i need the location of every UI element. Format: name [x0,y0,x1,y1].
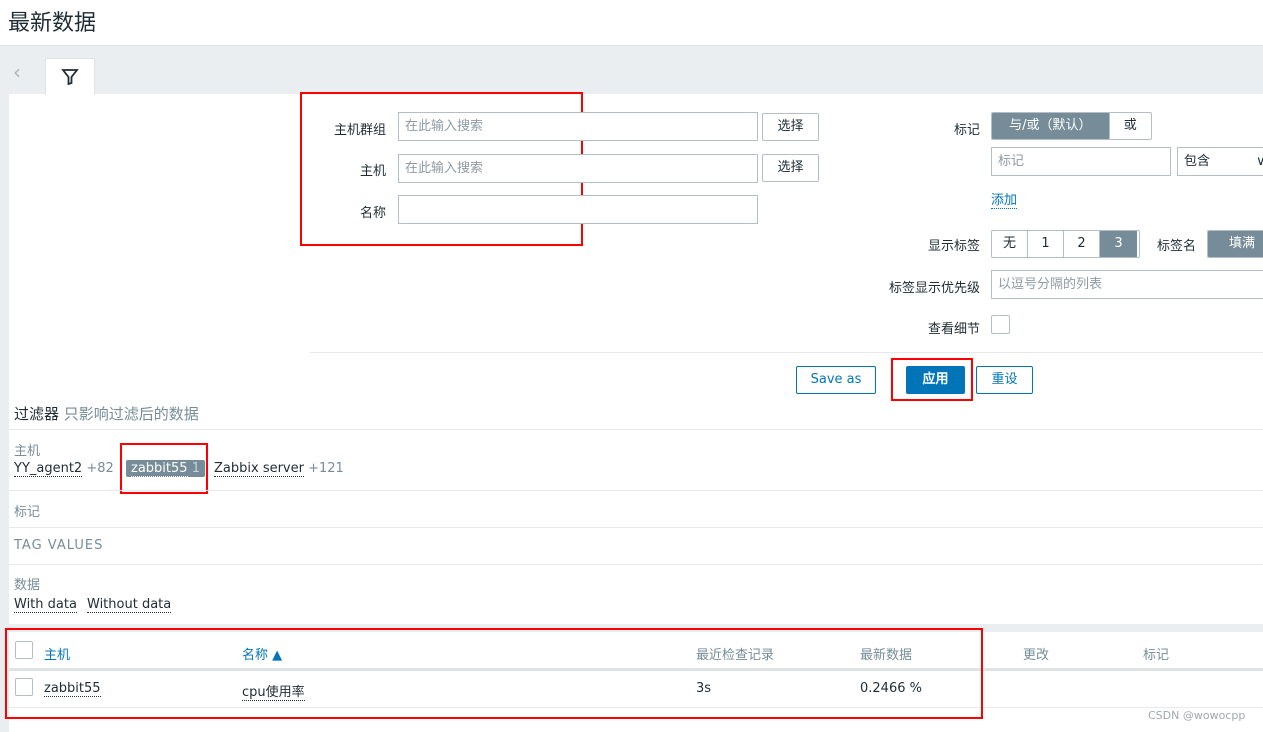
reset-button[interactable]: 重设 [976,366,1033,394]
tag-name-full-option[interactable]: 填满 [1208,231,1263,257]
hosts-input[interactable]: 在此输入搜索 [398,154,758,183]
tag-name-label: 标签名 [1157,239,1197,254]
show-tags-none[interactable]: 无 [992,231,1028,257]
host-groups-input[interactable]: 在此输入搜索 [398,112,758,141]
tags-or-option[interactable]: 或 [1110,113,1151,139]
filter-icon [61,69,79,86]
page-title: 最新数据 [8,11,97,36]
tags-label: 标记 [953,123,980,138]
filter-tab[interactable] [45,58,95,95]
divider [9,490,1263,491]
subfilter-hosts-label: 主机 [14,444,41,459]
show-details-checkbox[interactable] [991,315,1010,334]
name-input[interactable] [398,195,758,224]
tag-priority-label: 标签显示优先级 [888,281,980,296]
save-as-button[interactable]: Save as [796,366,876,394]
chevron-left-icon[interactable]: ‹ [13,60,21,84]
watermark: CSDN @wowocpp [1148,709,1246,722]
divider [9,564,1263,565]
with-data-link[interactable]: With data [14,597,77,613]
divider [310,352,1263,353]
subfilter-subtitle: 只影响过滤后的数据 [63,405,199,423]
without-data-link[interactable]: Without data [87,597,172,613]
filter-tab-bar [0,45,1263,94]
show-tags-2[interactable]: 2 [1064,231,1100,257]
divider [9,527,1263,528]
hosts-select-button[interactable]: 选择 [762,154,819,182]
apply-button[interactable]: 应用 [906,366,965,394]
chevron-down-icon: ∨ [1256,154,1263,169]
tags-andor-option[interactable]: 与/或（默认） [992,113,1110,139]
subfilter-host-item-selected[interactable]: zabbit55 1 [126,460,205,477]
hosts-label: 主机 [359,164,386,179]
column-change: 更改 [1023,648,1050,663]
show-tags-1[interactable]: 1 [1028,231,1064,257]
host-groups-select-button[interactable]: 选择 [762,113,819,141]
subfilter-title: 过滤器 只影响过滤后的数据 [14,403,199,424]
highlight-box [5,628,983,719]
show-tags-3[interactable]: 3 [1100,231,1137,257]
tag-name-input[interactable]: 标记 [991,147,1171,176]
column-tags: 标记 [1143,648,1170,663]
add-tag-link[interactable]: 添加 [991,189,1018,209]
show-details-label: 查看细节 [927,322,980,337]
host-groups-label: 主机群组 [333,123,386,138]
tag-operator-select[interactable]: 包含 ∨ [1177,147,1263,176]
subfilter-host-item[interactable]: YY_agent2 +82 [14,461,114,477]
tag-operator-value: 包含 [1184,154,1211,169]
show-tags-label: 显示标签 [927,239,980,254]
subfilter-host-item[interactable]: Zabbix server +121 [214,461,344,477]
divider [9,429,1263,430]
subfilter-tags-label: 标记 [14,505,41,520]
subfilter-title-text: 过滤器 [14,405,60,423]
subfilter-tag-values-label: TAG VALUES [14,538,104,553]
name-label: 名称 [359,206,386,221]
subfilter-data-label: 数据 [14,578,41,593]
tag-priority-input[interactable]: 以逗号分隔的列表 [991,270,1263,299]
